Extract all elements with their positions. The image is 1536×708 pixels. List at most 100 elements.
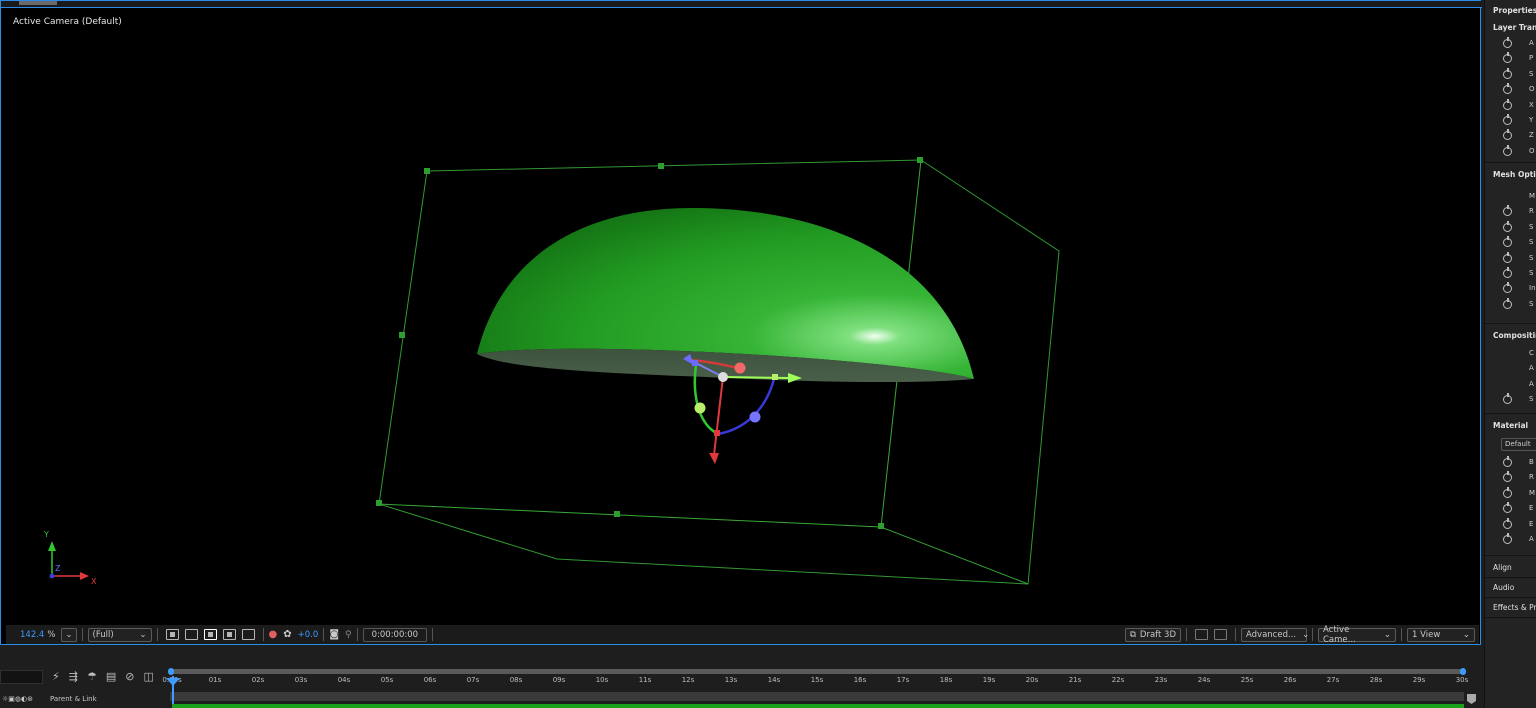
show-snapshot-icon[interactable]: ⚲ bbox=[345, 630, 352, 640]
property-row[interactable]: C bbox=[1485, 347, 1536, 362]
rotate-handle[interactable] bbox=[694, 402, 706, 414]
stopwatch-icon[interactable] bbox=[1503, 456, 1512, 467]
y-axis-arrow[interactable] bbox=[709, 453, 719, 464]
bbox-handle[interactable] bbox=[878, 523, 884, 529]
bbox-handle[interactable] bbox=[399, 332, 405, 338]
property-row[interactable]: M bbox=[1485, 190, 1536, 205]
draft-3d-timeline-icon[interactable]: ⊘ bbox=[125, 670, 134, 683]
stopwatch-icon[interactable] bbox=[1503, 67, 1512, 79]
property-row[interactable]: P bbox=[1485, 52, 1536, 67]
reset-exposure-icon[interactable]: ✿ bbox=[283, 629, 291, 640]
mask-visibility-icon[interactable] bbox=[203, 629, 217, 640]
effects-presets-panel-tab[interactable]: Effects & Pr bbox=[1493, 603, 1536, 612]
rotate-handle[interactable] bbox=[749, 411, 761, 423]
renderer-options-dropdown[interactable]: Advanced... ⌄ bbox=[1241, 627, 1309, 642]
stopwatch-icon[interactable] bbox=[1503, 114, 1512, 125]
stopwatch-icon[interactable] bbox=[1503, 144, 1512, 156]
property-row[interactable]: S bbox=[1485, 267, 1536, 282]
property-row[interactable]: E bbox=[1485, 502, 1536, 517]
viewer-tab[interactable] bbox=[19, 1, 57, 5]
stopwatch-icon[interactable] bbox=[1503, 251, 1512, 263]
property-row[interactable]: O bbox=[1485, 144, 1536, 160]
property-row[interactable]: S bbox=[1485, 220, 1536, 236]
timeline-search-input[interactable] bbox=[0, 670, 43, 684]
material-preset-dropdown[interactable]: Default bbox=[1501, 438, 1536, 451]
hide-shy-layers-icon[interactable]: ⚡ bbox=[52, 670, 60, 683]
work-area-end-handle[interactable] bbox=[1460, 668, 1466, 675]
scale-handle[interactable] bbox=[714, 430, 720, 436]
gizmo-center[interactable] bbox=[718, 372, 728, 382]
3d-ground-plane-icon[interactable] bbox=[1195, 629, 1208, 640]
bbox-handle[interactable] bbox=[917, 157, 923, 163]
section-compositing[interactable]: Compositin bbox=[1493, 331, 1536, 340]
section-material[interactable]: Material bbox=[1493, 421, 1528, 430]
work-area-bar[interactable] bbox=[170, 669, 1464, 674]
property-row[interactable]: R bbox=[1485, 471, 1536, 486]
align-panel-tab[interactable]: Align bbox=[1493, 563, 1512, 572]
property-row[interactable]: S bbox=[1485, 236, 1536, 251]
resolution-dropdown[interactable]: (Full) ⌄ bbox=[87, 627, 152, 642]
graph-editor-icon[interactable]: ▤ bbox=[106, 670, 116, 683]
layer-duration-bar[interactable] bbox=[170, 692, 1464, 701]
comp-flowchart-icon[interactable]: ◫ bbox=[143, 670, 153, 683]
stopwatch-icon[interactable] bbox=[1503, 220, 1512, 232]
section-layer-transform[interactable]: Layer Trans bbox=[1493, 23, 1536, 32]
property-row[interactable]: R bbox=[1485, 205, 1536, 220]
transparency-grid-icon[interactable] bbox=[184, 629, 198, 640]
property-row[interactable]: Y bbox=[1485, 114, 1536, 129]
property-row[interactable]: O bbox=[1485, 83, 1536, 98]
stopwatch-icon[interactable] bbox=[1503, 83, 1512, 95]
composition-viewport[interactable]: Active Camera (Default) Y Z X bbox=[6, 9, 1479, 623]
work-area-start-handle[interactable] bbox=[168, 668, 174, 675]
property-row[interactable]: A bbox=[1485, 533, 1536, 548]
property-row[interactable]: B bbox=[1485, 456, 1536, 471]
zoom-dropdown[interactable]: ⌄ bbox=[61, 627, 77, 642]
stopwatch-icon[interactable] bbox=[1503, 236, 1512, 248]
bbox-handle[interactable] bbox=[614, 511, 620, 517]
bbox-handle[interactable] bbox=[658, 163, 664, 169]
property-row[interactable]: A bbox=[1485, 378, 1536, 393]
3d-view-dropdown[interactable]: Active Came... ⌄ bbox=[1318, 625, 1396, 645]
stopwatch-icon[interactable] bbox=[1503, 297, 1512, 309]
hemisphere-mesh[interactable] bbox=[477, 207, 974, 383]
stopwatch-icon[interactable] bbox=[1503, 471, 1512, 483]
bbox-handle[interactable] bbox=[376, 500, 382, 506]
stopwatch-icon[interactable] bbox=[1503, 129, 1512, 141]
view-layout-dropdown[interactable]: 1 View ⌄ bbox=[1407, 627, 1475, 642]
snapshot-camera-icon[interactable]: ◙ bbox=[329, 629, 339, 640]
current-time-display[interactable]: 0:00:00:00 bbox=[362, 627, 428, 642]
property-row[interactable]: S bbox=[1485, 67, 1536, 83]
property-row[interactable]: E bbox=[1485, 517, 1536, 533]
property-row[interactable]: S bbox=[1485, 251, 1536, 267]
stopwatch-icon[interactable] bbox=[1503, 267, 1512, 278]
stopwatch-icon[interactable] bbox=[1503, 205, 1512, 217]
zoom-value[interactable]: 142.4 bbox=[20, 630, 44, 640]
property-row[interactable]: A bbox=[1485, 37, 1536, 52]
frame-blending-icon[interactable]: ⇶ bbox=[69, 670, 78, 683]
property-row[interactable]: S bbox=[1485, 393, 1536, 408]
property-row[interactable]: X bbox=[1485, 98, 1536, 114]
grid-options-icon[interactable] bbox=[241, 629, 255, 640]
region-of-interest-icon[interactable] bbox=[165, 629, 179, 640]
draft-3d-toggle[interactable]: ⧉ Draft 3D bbox=[1124, 627, 1181, 642]
extended-viewer-icon[interactable] bbox=[1214, 629, 1227, 640]
stopwatch-icon[interactable] bbox=[1503, 37, 1512, 48]
scale-handle[interactable] bbox=[692, 360, 698, 366]
stopwatch-icon[interactable] bbox=[1503, 517, 1512, 529]
property-row[interactable]: A bbox=[1485, 362, 1536, 377]
property-row[interactable]: Z bbox=[1485, 129, 1536, 144]
color-channels-icon[interactable]: ● bbox=[269, 629, 278, 640]
stopwatch-icon[interactable] bbox=[1503, 502, 1512, 514]
av-features-icon[interactable]: ☼▣◍◐⊛ bbox=[2, 695, 33, 703]
stopwatch-icon[interactable] bbox=[1503, 486, 1512, 498]
audio-panel-tab[interactable]: Audio bbox=[1493, 583, 1514, 592]
stopwatch-icon[interactable] bbox=[1503, 282, 1512, 294]
scale-handle[interactable] bbox=[772, 374, 778, 380]
stopwatch-icon[interactable] bbox=[1503, 533, 1512, 544]
motion-blur-icon[interactable]: ☂ bbox=[87, 670, 97, 683]
property-row[interactable]: M bbox=[1485, 486, 1536, 502]
stopwatch-icon[interactable] bbox=[1503, 52, 1512, 64]
bbox-handle[interactable] bbox=[424, 168, 430, 174]
playhead-handle[interactable] bbox=[166, 678, 180, 686]
property-row[interactable]: In bbox=[1485, 282, 1536, 297]
